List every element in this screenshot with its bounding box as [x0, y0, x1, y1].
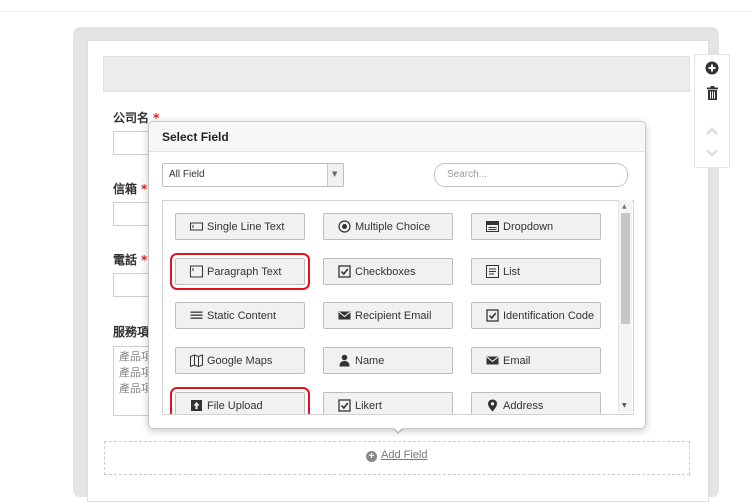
- required-mark: *: [141, 253, 148, 267]
- field-type-label: Dropdown: [503, 221, 554, 233]
- field-likert[interactable]: Likert: [323, 392, 453, 414]
- field-single-line-text[interactable]: Single Line Text: [175, 213, 305, 240]
- checkbox-icon: [338, 399, 351, 412]
- map-pin-icon: [486, 399, 499, 412]
- field-type-label: Static Content: [207, 310, 277, 322]
- field-type-label: Paragraph Text: [207, 266, 282, 278]
- search-placeholder: Search...: [447, 169, 488, 180]
- form-header-band: [103, 56, 690, 92]
- checkbox-icon: [338, 265, 351, 278]
- field-type-label: File Upload: [207, 400, 263, 412]
- field-name[interactable]: Name: [323, 347, 453, 374]
- top-divider: [0, 11, 750, 12]
- field-label-text: 電話: [113, 253, 138, 267]
- scroll-thumb[interactable]: [621, 213, 630, 324]
- add-circle-icon[interactable]: [695, 60, 729, 79]
- single-line-icon: [190, 220, 203, 233]
- chevron-down-icon[interactable]: [695, 143, 729, 162]
- field-paragraph-text[interactable]: Paragraph Text: [170, 253, 310, 290]
- field-recipient-email[interactable]: Recipient Email: [323, 302, 453, 329]
- phone-label: 電話 *: [113, 251, 147, 268]
- field-type-label: Recipient Email: [355, 310, 432, 322]
- field-types-panel: Single Line Text Multiple Choice Dropdow…: [162, 200, 634, 415]
- field-list[interactable]: List: [471, 258, 601, 285]
- field-type-label: List: [503, 266, 521, 278]
- paragraph-icon: [190, 265, 203, 278]
- select-value: All Field: [169, 169, 205, 180]
- field-types-scrollbar[interactable]: ▲ ▼: [618, 200, 632, 413]
- map-icon: [190, 354, 203, 368]
- field-file-upload[interactable]: File Upload: [170, 387, 310, 414]
- field-static-content[interactable]: Static Content: [175, 302, 305, 329]
- field-type-label: Likert: [355, 400, 382, 412]
- field-type-label: Single Line Text: [207, 221, 285, 233]
- select-arrow[interactable]: ▼: [327, 164, 343, 186]
- list-icon: [486, 265, 499, 278]
- upload-icon: [190, 399, 203, 412]
- field-type-label: Google Maps: [207, 355, 273, 367]
- search-input[interactable]: Search...: [434, 163, 628, 187]
- field-toolbar: [694, 54, 730, 168]
- field-label-text: 信箱: [113, 182, 138, 196]
- static-content-icon: [190, 309, 203, 322]
- field-type-label: Identification Code: [503, 310, 595, 322]
- field-google-maps[interactable]: Google Maps: [175, 347, 305, 374]
- select-field-popover: Select Field All Field ▼ Search... Singl…: [148, 121, 646, 429]
- scroll-up-icon[interactable]: ▲: [622, 203, 627, 210]
- envelope-icon: [486, 354, 499, 367]
- field-type-label: Address: [503, 400, 544, 412]
- field-category-select[interactable]: All Field ▼: [162, 163, 344, 187]
- field-email[interactable]: Email: [471, 347, 601, 374]
- radio-icon: [338, 220, 351, 233]
- envelope-icon: [338, 309, 351, 322]
- plus-circle-icon: +: [366, 451, 377, 462]
- field-multiple-choice[interactable]: Multiple Choice: [323, 213, 453, 240]
- popover-arrow-inner: [391, 425, 405, 432]
- email-label: 信箱 *: [113, 180, 147, 197]
- service-label: 服務項: [113, 323, 149, 340]
- field-label-text: 服務項: [113, 325, 150, 339]
- field-type-label: Checkboxes: [355, 266, 416, 278]
- required-mark: *: [141, 182, 148, 196]
- popover-header: Select Field: [149, 122, 645, 152]
- trash-icon[interactable]: [695, 85, 729, 104]
- field-dropdown[interactable]: Dropdown: [471, 213, 601, 240]
- field-type-label: Email: [503, 355, 531, 367]
- scroll-down-icon[interactable]: ▼: [622, 402, 627, 409]
- chevron-up-icon[interactable]: [695, 121, 729, 140]
- add-field-label: Add Field: [381, 449, 428, 461]
- field-type-label: Multiple Choice: [355, 221, 431, 233]
- person-icon: [338, 354, 351, 367]
- add-field-link[interactable]: + Add Field: [366, 449, 427, 462]
- field-label-text: 公司名: [113, 111, 150, 125]
- caret-down-icon: ▼: [332, 170, 338, 178]
- field-type-label: Name: [355, 355, 385, 367]
- checkbox-icon: [486, 309, 499, 322]
- field-identification-code[interactable]: Identification Code: [471, 302, 601, 329]
- popover-title: Select Field: [162, 130, 229, 144]
- field-address[interactable]: Address: [471, 392, 601, 414]
- field-checkboxes[interactable]: Checkboxes: [323, 258, 453, 285]
- dropdown-icon: [486, 220, 499, 233]
